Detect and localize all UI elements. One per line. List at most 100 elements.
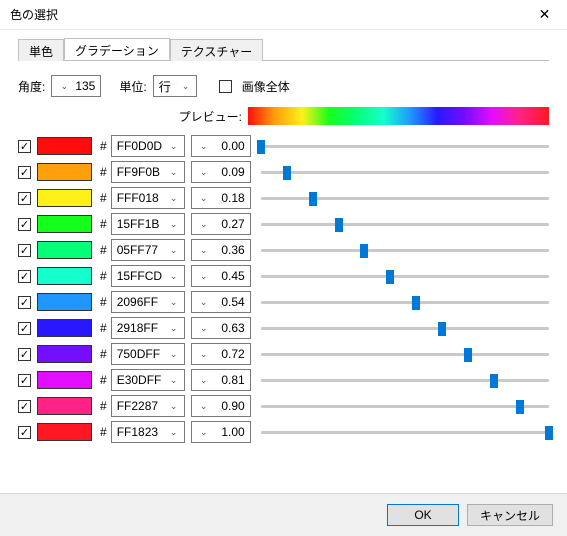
position-slider[interactable]: [261, 267, 549, 285]
position-combo[interactable]: ⌄0.36: [191, 239, 251, 261]
position-slider[interactable]: [261, 293, 549, 311]
color-swatch[interactable]: [37, 397, 92, 415]
stop-row: ✓#2918FF⌄⌄0.63: [18, 317, 549, 339]
unit-combo[interactable]: 行 ⌄: [153, 75, 197, 97]
color-swatch[interactable]: [37, 423, 92, 441]
slider-thumb[interactable]: [309, 192, 317, 206]
ok-button[interactable]: OK: [387, 504, 459, 526]
hex-combo[interactable]: FF1823⌄: [111, 421, 185, 443]
stop-enable-checkbox[interactable]: ✓: [18, 192, 31, 205]
stop-enable-checkbox[interactable]: ✓: [18, 400, 31, 413]
position-combo[interactable]: ⌄0.00: [191, 135, 251, 157]
position-combo[interactable]: ⌄0.27: [191, 213, 251, 235]
position-slider[interactable]: [261, 163, 549, 181]
slider-thumb[interactable]: [257, 140, 265, 154]
position-slider[interactable]: [261, 215, 549, 233]
position-slider[interactable]: [261, 137, 549, 155]
chevron-down-icon: ⌄: [167, 401, 181, 412]
slider-thumb[interactable]: [335, 218, 343, 232]
chevron-down-icon: ⌄: [197, 245, 211, 256]
stop-enable-checkbox[interactable]: ✓: [18, 374, 31, 387]
slider-thumb[interactable]: [490, 374, 498, 388]
cancel-button[interactable]: キャンセル: [467, 504, 553, 526]
tab-solid[interactable]: 単色: [18, 39, 64, 61]
color-swatch[interactable]: [37, 163, 92, 181]
hex-combo[interactable]: FF9F0B⌄: [111, 161, 185, 183]
stop-enable-checkbox[interactable]: ✓: [18, 426, 31, 439]
chevron-down-icon: ⌄: [179, 81, 193, 92]
hash-label: #: [100, 139, 107, 153]
stop-enable-checkbox[interactable]: ✓: [18, 140, 31, 153]
angle-label: 角度:: [18, 78, 45, 95]
hex-combo[interactable]: 15FFCD⌄: [111, 265, 185, 287]
stop-enable-checkbox[interactable]: ✓: [18, 322, 31, 335]
position-combo[interactable]: ⌄0.18: [191, 187, 251, 209]
stop-enable-checkbox[interactable]: ✓: [18, 244, 31, 257]
stop-row: ✓#FF9F0B⌄⌄0.09: [18, 161, 549, 183]
slider-track: [261, 301, 549, 304]
hex-combo[interactable]: 2096FF⌄: [111, 291, 185, 313]
chevron-down-icon: ⌄: [167, 219, 181, 230]
color-swatch[interactable]: [37, 319, 92, 337]
slider-track: [261, 223, 549, 226]
color-swatch[interactable]: [37, 267, 92, 285]
stop-enable-checkbox[interactable]: ✓: [18, 218, 31, 231]
slider-track: [261, 431, 549, 434]
slider-thumb[interactable]: [438, 322, 446, 336]
angle-combo[interactable]: ⌄ 135: [51, 75, 101, 97]
hex-value: FF1823: [117, 425, 161, 439]
hex-combo[interactable]: 750DFF⌄: [111, 343, 185, 365]
hash-label: #: [100, 425, 107, 439]
position-slider[interactable]: [261, 241, 549, 259]
stop-enable-checkbox[interactable]: ✓: [18, 270, 31, 283]
color-swatch[interactable]: [37, 189, 92, 207]
slider-track: [261, 197, 549, 200]
color-swatch[interactable]: [37, 241, 92, 259]
hex-combo[interactable]: 2918FF⌄: [111, 317, 185, 339]
slider-thumb[interactable]: [386, 270, 394, 284]
position-slider[interactable]: [261, 397, 549, 415]
color-swatch[interactable]: [37, 215, 92, 233]
hex-combo[interactable]: 15FF1B⌄: [111, 213, 185, 235]
position-combo[interactable]: ⌄0.81: [191, 369, 251, 391]
slider-thumb[interactable]: [283, 166, 291, 180]
position-combo[interactable]: ⌄0.90: [191, 395, 251, 417]
stop-row: ✓#FFF018⌄⌄0.18: [18, 187, 549, 209]
slider-thumb[interactable]: [360, 244, 368, 258]
slider-thumb[interactable]: [545, 426, 553, 440]
close-button[interactable]: ✕: [522, 0, 567, 30]
position-combo[interactable]: ⌄0.72: [191, 343, 251, 365]
position-combo[interactable]: ⌄0.09: [191, 161, 251, 183]
color-swatch[interactable]: [37, 345, 92, 363]
hex-combo[interactable]: FF2287⌄: [111, 395, 185, 417]
position-slider[interactable]: [261, 319, 549, 337]
hex-combo[interactable]: E30DFF⌄: [111, 369, 185, 391]
hex-combo[interactable]: FF0D0D⌄: [111, 135, 185, 157]
hex-value: 750DFF: [117, 347, 162, 361]
position-slider[interactable]: [261, 371, 549, 389]
position-slider[interactable]: [261, 189, 549, 207]
tab-gradient[interactable]: グラデーション: [64, 38, 170, 60]
position-combo[interactable]: ⌄0.45: [191, 265, 251, 287]
position-combo[interactable]: ⌄0.63: [191, 317, 251, 339]
position-combo[interactable]: ⌄1.00: [191, 421, 251, 443]
whole-image-checkbox[interactable]: [219, 80, 232, 93]
color-swatch[interactable]: [37, 371, 92, 389]
chevron-down-icon: ⌄: [167, 271, 181, 282]
stop-enable-checkbox[interactable]: ✓: [18, 296, 31, 309]
hex-combo[interactable]: 05FF77⌄: [111, 239, 185, 261]
tab-texture[interactable]: テクスチャー: [170, 39, 264, 61]
stop-enable-checkbox[interactable]: ✓: [18, 348, 31, 361]
color-swatch[interactable]: [37, 137, 92, 155]
position-slider[interactable]: [261, 423, 549, 441]
color-swatch[interactable]: [37, 293, 92, 311]
hex-combo[interactable]: FFF018⌄: [111, 187, 185, 209]
position-value: 0.81: [219, 373, 247, 387]
slider-thumb[interactable]: [464, 348, 472, 362]
position-combo[interactable]: ⌄0.54: [191, 291, 251, 313]
position-slider[interactable]: [261, 345, 549, 363]
slider-thumb[interactable]: [412, 296, 420, 310]
stop-enable-checkbox[interactable]: ✓: [18, 166, 31, 179]
slider-thumb[interactable]: [516, 400, 524, 414]
preview-gradient: [248, 107, 549, 125]
